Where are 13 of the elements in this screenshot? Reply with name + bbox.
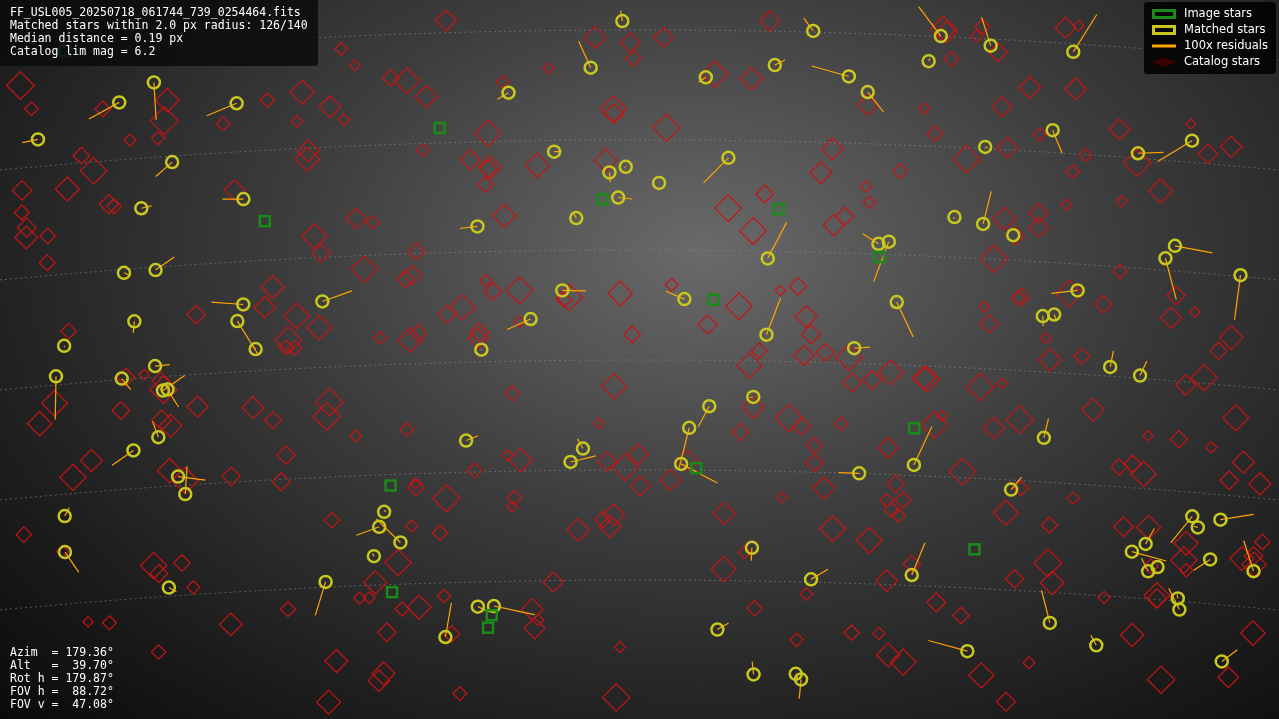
info-text: Median distance = 0.19 px bbox=[10, 32, 184, 45]
pointing-text: Rot h = 179.87° bbox=[10, 672, 114, 685]
pointing-text: FOV h = 88.72° bbox=[10, 685, 114, 698]
legend-label: Image stars bbox=[1184, 5, 1252, 23]
pointing-text: Azim = 179.36° bbox=[10, 646, 114, 659]
info-text: FF_USL005_20250718_061744_739_0254464.fits bbox=[10, 6, 302, 19]
legend-label: Catalog stars bbox=[1184, 53, 1261, 71]
legend-label: 100x residuals bbox=[1184, 37, 1268, 55]
pointing-text: FOV v = 47.08° bbox=[10, 698, 114, 711]
info-text: Matched stars within 2.0 px radius: 126/140 bbox=[10, 19, 308, 32]
info-text: Catalog lim mag = 6.2 bbox=[10, 45, 157, 58]
pointing-text: Alt = 39.70° bbox=[10, 659, 114, 672]
legend-label: Matched stars bbox=[1184, 21, 1266, 39]
